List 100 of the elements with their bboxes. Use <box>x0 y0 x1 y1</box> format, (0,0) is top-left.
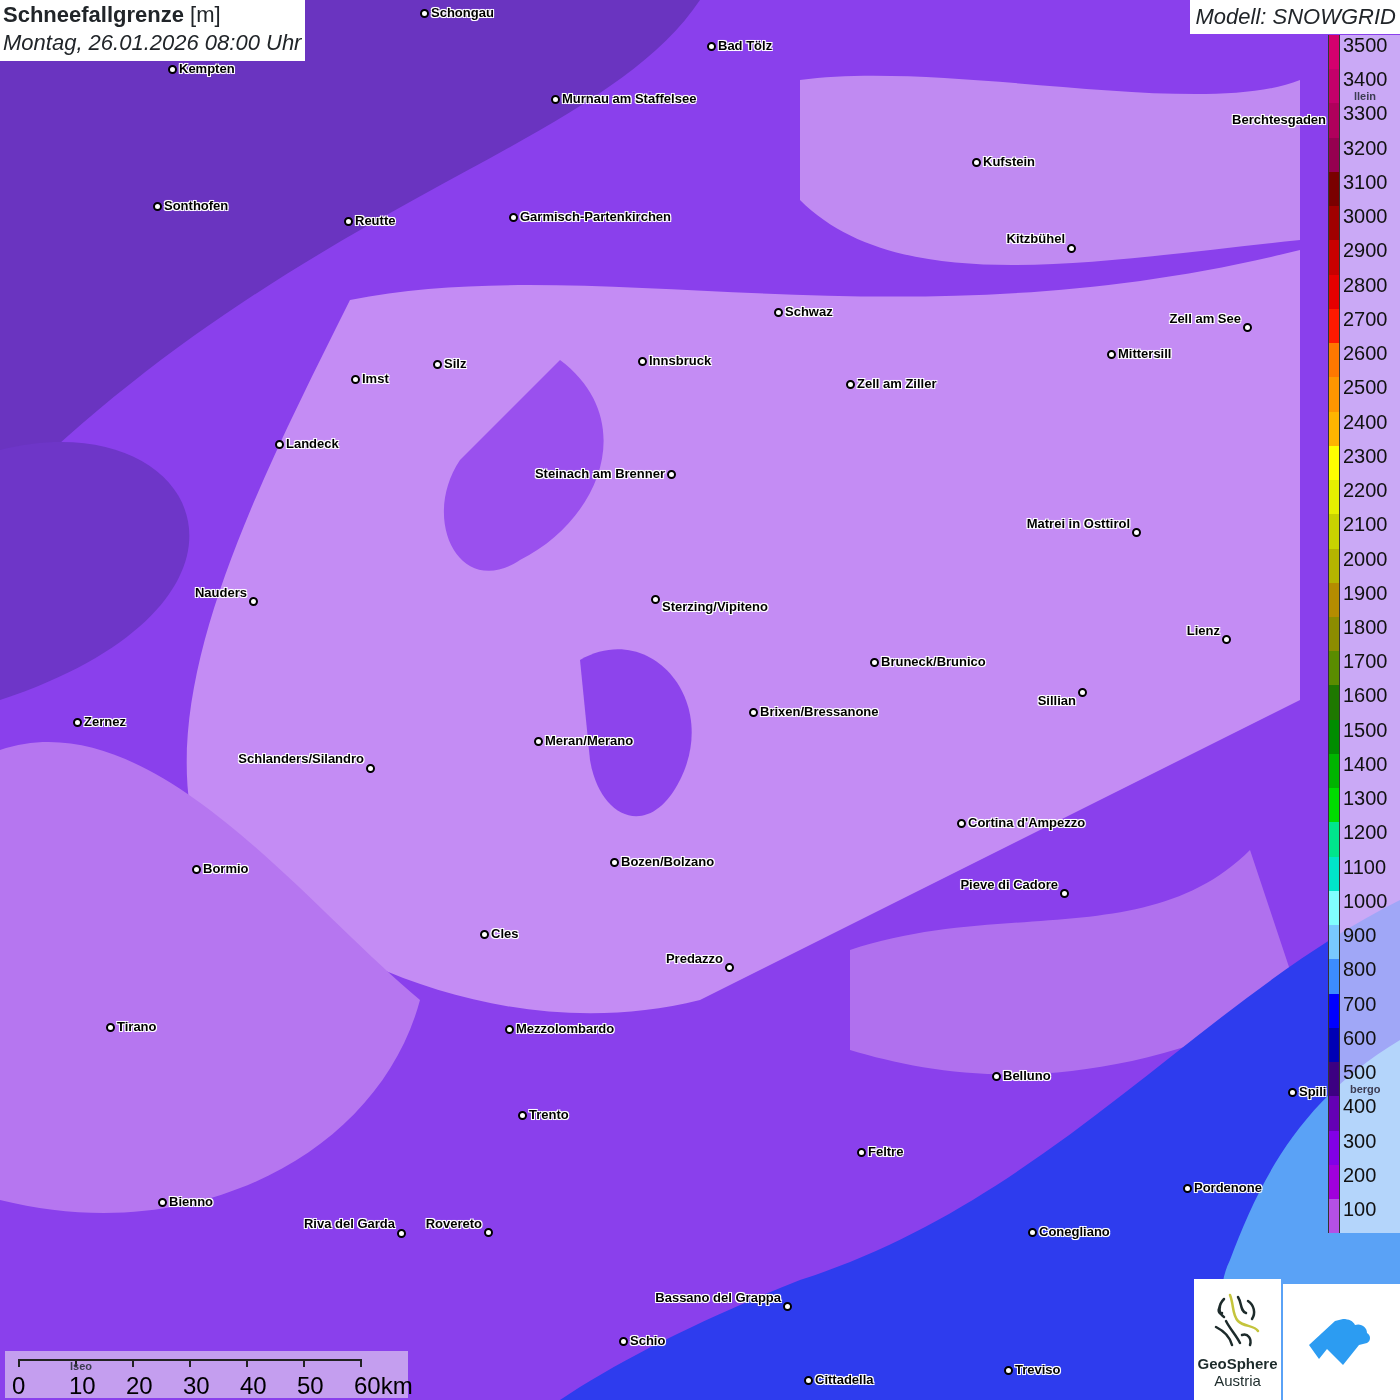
legend-value: 1500 <box>1343 719 1388 740</box>
city-dot-icon <box>396 1228 406 1238</box>
city-dot-icon <box>1287 1087 1297 1097</box>
city-dot-icon <box>856 1147 866 1157</box>
city-label: Pieve di Cadore <box>960 877 1058 892</box>
city-label: Meran/Merano <box>545 733 634 748</box>
city-label: Steinach am Brenner <box>534 466 665 481</box>
city-dot-icon <box>1242 322 1252 332</box>
city-label: Kempten <box>179 61 235 76</box>
city-dot-icon <box>773 307 783 317</box>
city-label: Brixen/Bressanone <box>760 704 879 719</box>
city-dot-icon <box>533 736 543 746</box>
scale-label: 30 <box>183 1374 210 1397</box>
legend-value: 2700 <box>1343 308 1388 329</box>
city-label: Belluno <box>1003 1068 1051 1083</box>
legend-value: 500 <box>1343 1062 1377 1083</box>
legend-value: 1300 <box>1343 788 1388 809</box>
city-dot-icon <box>274 439 284 449</box>
legend-value: 3100 <box>1343 171 1388 192</box>
city-dot-icon <box>706 41 716 51</box>
legend-value: 300 <box>1343 1130 1377 1151</box>
legend-value: 1800 <box>1343 617 1388 637</box>
city-label: Mittersill <box>1118 346 1172 361</box>
city-label: Cortina d'Ampezzo <box>968 815 1086 830</box>
city-label: Riva del Garda <box>303 1216 395 1231</box>
legend-value: 100 <box>1343 1198 1377 1219</box>
city-label: Pordenone <box>1194 1180 1262 1195</box>
city-label: Silz <box>444 356 467 371</box>
city-label: Conegliano <box>1039 1224 1110 1239</box>
city-label: Garmisch-Partenkirchen <box>520 209 671 224</box>
city-dot-icon <box>483 1227 493 1237</box>
city-dot-icon <box>365 763 375 773</box>
scale-label: 50 <box>297 1374 324 1397</box>
city-dot-icon <box>1027 1227 1037 1237</box>
legend-value: 900 <box>1343 925 1377 946</box>
city-label: Predazzo <box>665 951 723 966</box>
city-dot-icon <box>343 216 353 226</box>
city-dot-icon <box>1077 687 1087 697</box>
city-dot-icon <box>637 356 647 366</box>
legend-value: 600 <box>1343 1027 1377 1048</box>
city-label: Nauders <box>194 585 247 600</box>
legend-value: 1000 <box>1343 890 1388 911</box>
legend-value: 800 <box>1343 959 1377 980</box>
city-dot-icon <box>508 212 518 222</box>
city-dot-icon <box>479 929 489 939</box>
city-label: Schwaz <box>785 304 833 319</box>
city-label: Zell am See <box>1169 311 1241 326</box>
city-dot-icon <box>1106 349 1116 359</box>
city-label: Murnau am Staffelsee <box>562 91 697 106</box>
city-dot-icon <box>248 596 258 606</box>
legend-value: 700 <box>1343 993 1377 1014</box>
map-datetime: Montag, 26.01.2026 08:00 Uhr <box>3 29 302 57</box>
city-label: Bozen/Bolzano <box>621 854 715 869</box>
city-dot-icon <box>167 64 177 74</box>
city-label: Schlanders/Silandro <box>238 751 364 766</box>
city-dot-icon <box>1003 1365 1013 1375</box>
scale-label: 0 <box>12 1374 26 1397</box>
legend-value: 2000 <box>1343 548 1388 569</box>
city-label: Innsbruck <box>649 353 712 368</box>
city-label: Bassano del Grappa <box>655 1290 781 1305</box>
city-label: Zernez <box>84 714 126 729</box>
city-dot-icon <box>845 379 855 389</box>
city-dot-icon <box>152 201 162 211</box>
city-dot-icon <box>504 1024 514 1034</box>
city-dot-icon <box>956 818 966 828</box>
scale-label: 60km <box>354 1374 413 1397</box>
city-label: Trento <box>529 1107 569 1122</box>
city-label: Bad Tölz <box>718 38 773 53</box>
city-dot-icon <box>1066 243 1076 253</box>
city-label: Sillian <box>1037 693 1076 708</box>
city-label: Mezzolombardo <box>516 1021 615 1036</box>
city-dot-icon <box>782 1301 792 1311</box>
legend-value: 2100 <box>1343 514 1388 535</box>
legend-value: 1900 <box>1343 582 1388 603</box>
legend-value: 3500 <box>1343 35 1388 55</box>
legend-value: 3000 <box>1343 206 1388 227</box>
city-label: Cittadella <box>815 1372 874 1387</box>
city-label: Reutte <box>355 213 396 228</box>
city-label: Spili <box>1299 1084 1327 1099</box>
legend-value: 200 <box>1343 1164 1377 1185</box>
city-dot-icon <box>869 657 879 667</box>
model-label: Modell: SNOWGRID <box>1189 0 1400 34</box>
city-label: Landeck <box>286 436 339 451</box>
legend-value: 1100 <box>1343 856 1386 877</box>
city-label: Kufstein <box>983 154 1035 169</box>
legend-value: 1600 <box>1343 685 1388 706</box>
city-label: Tirano <box>117 1019 157 1034</box>
city-label: Imst <box>362 371 389 386</box>
legend-value: 2300 <box>1343 445 1388 466</box>
city-dot-icon <box>1131 527 1141 537</box>
city-dot-icon <box>666 469 676 479</box>
city-label: Cles <box>491 926 519 941</box>
legend-value: 3300 <box>1343 103 1388 124</box>
logo-country: Austria <box>1214 1372 1261 1389</box>
city-dot-icon <box>72 717 82 727</box>
city-label: Bormio <box>203 861 249 876</box>
legend-value: 1400 <box>1343 753 1388 774</box>
city-dot-icon <box>1182 1183 1192 1193</box>
legend-value: 2500 <box>1343 377 1388 398</box>
map-title: Schneefallgrenze [m] <box>3 1 222 29</box>
